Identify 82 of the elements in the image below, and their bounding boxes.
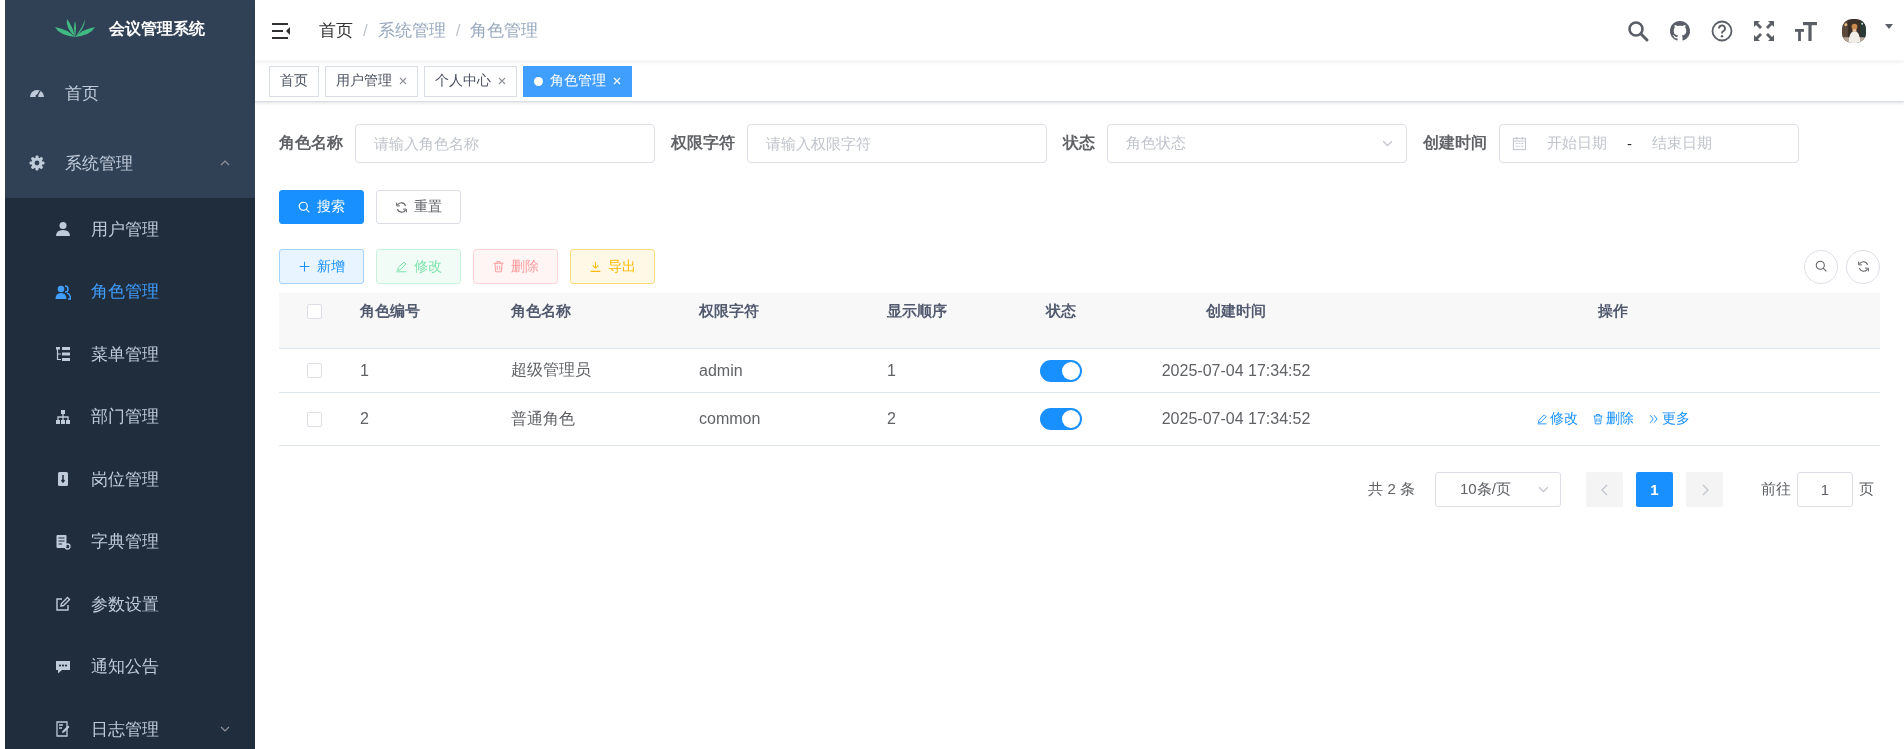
table-cell: 2: [360, 410, 369, 427]
date-range-field[interactable]: 开始日期 - 结束日期: [1499, 123, 1799, 163]
breadcrumb-item: 系统管理: [377, 20, 446, 42]
trash-icon: [492, 260, 505, 273]
reset-button[interactable]: 重置: [376, 190, 461, 224]
field-label: 状态: [1063, 132, 1095, 153]
search-toggle-button[interactable]: [1804, 249, 1838, 284]
checkbox[interactable]: [306, 363, 322, 378]
column-header: 显示顺序: [887, 302, 947, 319]
refresh-icon: [395, 200, 408, 214]
close-icon[interactable]: [399, 77, 407, 85]
column-header: 角色名称: [511, 302, 571, 319]
toggle-switch[interactable]: [1040, 408, 1082, 430]
breadcrumb-separator: /: [455, 20, 461, 41]
menu-icon[interactable]: [271, 20, 291, 41]
github-icon[interactable]: [1668, 18, 1692, 43]
table-cell: common: [699, 410, 761, 427]
help-icon[interactable]: [1710, 18, 1734, 43]
double-chevron-icon: [1648, 413, 1660, 425]
field-label: 创建时间: [1423, 132, 1487, 153]
refresh-icon: [1856, 260, 1870, 273]
user-icon: [55, 221, 71, 238]
edit-link[interactable]: 修改: [1536, 410, 1578, 428]
chevron-left-icon: [1599, 483, 1610, 496]
table-cell: admin: [699, 361, 743, 379]
plus-icon: [298, 260, 311, 273]
refresh-button[interactable]: [1846, 249, 1880, 284]
table-cell: 1: [887, 361, 896, 379]
column-header: 操作: [1598, 302, 1628, 321]
total-count: 共 2 条: [1368, 480, 1415, 499]
download-icon: [589, 260, 602, 273]
calendar-icon: [1512, 135, 1527, 151]
search-icon[interactable]: [1626, 18, 1650, 43]
field-label: 角色名称: [279, 132, 343, 153]
column-header: 权限字符: [699, 302, 759, 319]
edit-icon: [395, 260, 408, 273]
tree-list-icon: [55, 346, 71, 363]
breadcrumb-separator: /: [363, 20, 368, 41]
search-icon: [1814, 260, 1828, 273]
tab[interactable]: 个人中心: [424, 65, 517, 97]
fullscreen-icon[interactable]: [1752, 18, 1776, 43]
page-input[interactable]: 1: [1797, 472, 1853, 507]
delete-link[interactable]: 删除: [1592, 410, 1634, 428]
users-icon: [55, 283, 71, 300]
chat-bubble-icon: [55, 658, 71, 675]
more-link[interactable]: 更多: [1648, 410, 1690, 428]
table-cell: 2025-07-04 17:34:52: [1161, 361, 1311, 380]
goto-label: 前往: [1761, 480, 1791, 499]
table-cell: 超级管理员: [511, 361, 591, 378]
close-icon[interactable]: [498, 77, 506, 85]
table-cell: 2: [887, 410, 896, 427]
active-dot: [534, 76, 543, 86]
gear-icon: [29, 155, 45, 171]
table-cell: 2025-07-04 17:34:52: [1161, 410, 1311, 428]
breadcrumb-item: 角色管理: [470, 20, 539, 42]
log-edit-icon: [55, 721, 71, 738]
edit-icon: [1536, 413, 1548, 425]
tab[interactable]: 用户管理: [325, 65, 418, 97]
checkbox[interactable]: [306, 411, 322, 427]
app-title: 会议管理系统: [109, 18, 205, 39]
checkbox[interactable]: [306, 304, 322, 319]
text-field[interactable]: 请输入角色名称: [355, 123, 655, 163]
table-cell: 1: [360, 361, 369, 379]
page-suffix: 页: [1859, 480, 1874, 499]
org-chart-icon: [55, 408, 71, 425]
page-size-select[interactable]: 10条/页: [1435, 472, 1561, 507]
menu-item[interactable]: 首页: [5, 58, 255, 128]
text-field[interactable]: 请输入权限字符: [747, 123, 1047, 163]
search-icon: [298, 200, 311, 214]
column-header: 状态: [1046, 302, 1076, 321]
column-header: 角色编号: [360, 302, 420, 319]
edit-icon: [55, 596, 71, 613]
column-header: 创建时间: [1206, 302, 1266, 321]
document-gear-icon: [55, 533, 71, 550]
field-label: 权限字符: [671, 132, 735, 153]
breadcrumb-item[interactable]: 首页: [319, 19, 353, 42]
table-cell: 普通角色: [511, 409, 575, 427]
tab[interactable]: 首页: [269, 65, 319, 97]
toggle-switch[interactable]: [1040, 359, 1082, 382]
menu-item[interactable]: 系统管理: [5, 128, 255, 198]
id-card-icon: [55, 471, 71, 488]
trash-icon: [1592, 413, 1604, 425]
